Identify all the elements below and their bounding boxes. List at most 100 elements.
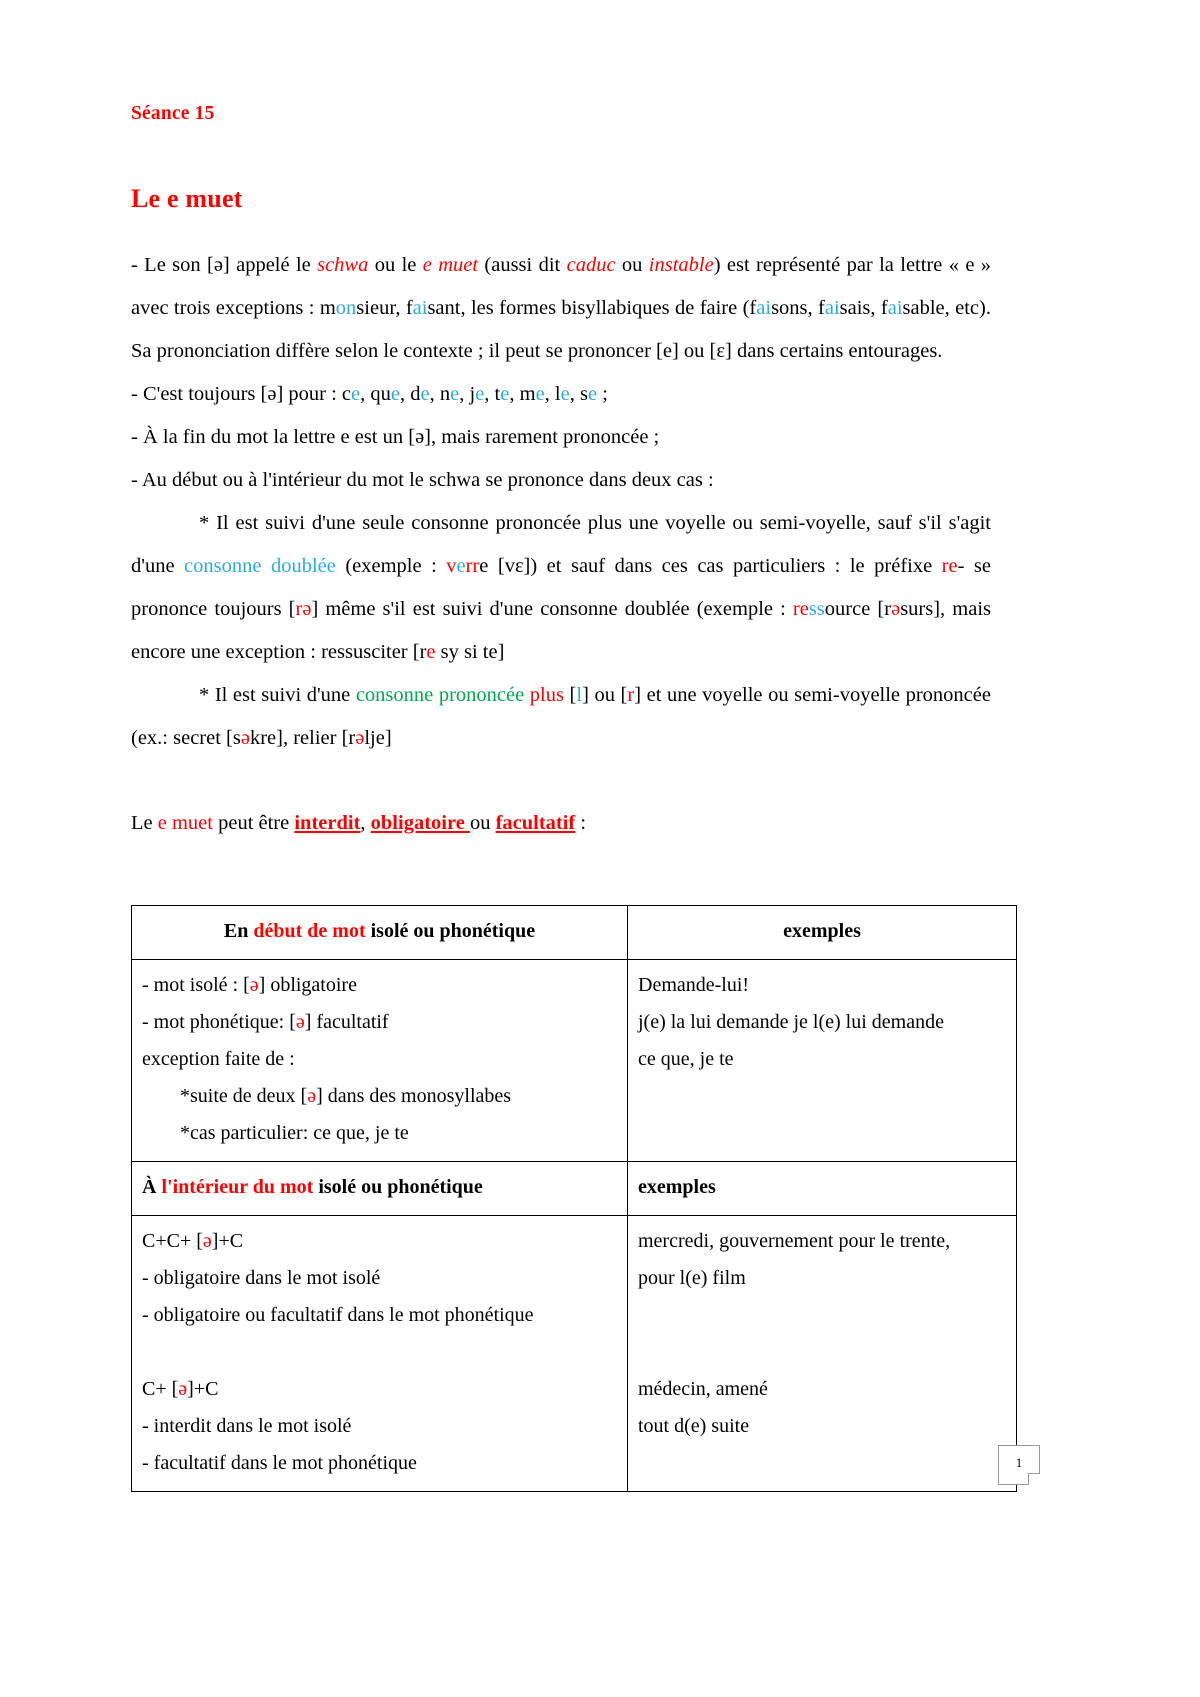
text-fragment: : [575, 812, 587, 834]
rule-line: C+C+ [ə]+C [142, 1223, 617, 1260]
session-label: Séance 15 [131, 103, 215, 124]
text-fragment: C+C+ [ [142, 1230, 203, 1252]
schwa-symbol: ə [178, 1378, 188, 1400]
term-consonne-prononcee: consonne prononcée [355, 684, 525, 706]
spacer-line [638, 1334, 1006, 1371]
example-line: tout d(e) suite [638, 1415, 750, 1437]
text-fragment: sieur, f [356, 297, 413, 319]
highlight-e: e [500, 383, 510, 405]
term-interdit: interdit [294, 812, 361, 834]
text-fragment: sy si te] [435, 641, 505, 663]
highlight-e: e [450, 383, 460, 405]
highlight-e: e [351, 383, 361, 405]
text-fragment: - facultatif dans le mot phonétique [142, 1452, 417, 1474]
table-header-exemples-1: exemples [627, 905, 1017, 960]
highlight-on: on [335, 297, 357, 319]
text-fragment: , qu [360, 383, 391, 405]
text-fragment: Le [131, 812, 158, 834]
text-fragment: ] dans des monosyllabes [316, 1085, 512, 1107]
text-fragment: , [360, 812, 371, 834]
example-line: pour l(e) film [638, 1267, 746, 1289]
highlight-ai: ai [824, 297, 840, 319]
example-line: j(e) la lui demande je l(e) lui demande [638, 1011, 944, 1033]
table-cell-examples-2: mercredi, gouvernement pour le trente, p… [627, 1215, 1017, 1492]
text-fragment: , m [509, 383, 536, 405]
highlight-e: e [456, 555, 466, 577]
text-fragment: ]+C [211, 1230, 244, 1252]
highlight-schwa: ə [891, 598, 901, 620]
highlight-e: e [420, 383, 430, 405]
term-consonne-doublee: consonne doublée [184, 555, 336, 577]
rule-line: - mot phonétique: [ə] facultatif [142, 1004, 617, 1041]
paragraph-two-cases: - Au début ou à l'intérieur du mot le sc… [131, 469, 714, 491]
example-line: Demande-lui! [638, 974, 750, 996]
rule-line: - obligatoire ou facultatif dans le mot … [142, 1297, 617, 1334]
text-fragment: - interdit dans le mot isolé [142, 1415, 352, 1437]
term-plus: plus [529, 684, 564, 706]
table-cell-rules-1: - mot isolé : [ə] obligatoire - mot phon… [131, 959, 628, 1162]
text-fragment: ; [597, 383, 608, 405]
paragraph-case-one: * Il est suivi d'une seule consonne pron… [131, 502, 991, 674]
text-fragment: - mot phonétique: [ [142, 1011, 296, 1033]
highlight-ai: ai [887, 297, 903, 319]
text-fragment: , l [544, 383, 561, 405]
text-fragment: e [vɛ]) et sauf dans ces cas particulier… [479, 555, 942, 577]
schwa-symbol: ə [295, 1011, 305, 1033]
highlight-e: e [390, 383, 401, 405]
rule-line: - facultatif dans le mot phonétique [142, 1445, 617, 1482]
rules-table: En début de mot isolé ou phonétique exem… [131, 905, 1017, 1492]
document-body: Séance 15 Le e muet - Le son [ə] appelé … [131, 0, 1017, 1492]
schwa-symbol: ə [307, 1085, 317, 1107]
example-line: médecin, amené [638, 1378, 768, 1400]
schwa-symbol: ə [249, 974, 259, 996]
text-fragment: ou [469, 812, 496, 834]
text-fragment: [ [563, 684, 577, 706]
table-row: C+C+ [ə]+C - obligatoire dans le mot iso… [131, 1215, 1017, 1492]
term-obligatoire: obligatoire [370, 812, 470, 834]
text-fragment: sons, f [771, 297, 825, 319]
term-e-muet: e muet [157, 812, 213, 834]
text-fragment: ou [615, 254, 649, 276]
text-fragment: isolé ou phonétique [313, 1176, 483, 1198]
table-cell-examples-1: Demande-lui! j(e) la lui demande je l(e)… [627, 959, 1017, 1162]
text-fragment: , s [569, 383, 588, 405]
text-fragment: , n [429, 383, 451, 405]
text-fragment: En [223, 920, 254, 942]
text-fragment: ] facultatif [304, 1011, 389, 1033]
highlight-e: e [475, 383, 485, 405]
text-fragment: , j [459, 383, 476, 405]
text-fragment: C+ [ [142, 1378, 179, 1400]
spacer-line [142, 1334, 617, 1371]
text-fragment: - obligatoire dans le mot isolé [142, 1267, 381, 1289]
text-fragment: lje] [364, 727, 392, 749]
text-fragment: *cas particulier: ce que, je te [180, 1122, 409, 1144]
text-fragment: exception faite de : [142, 1048, 295, 1070]
table-row-header-1: En début de mot isolé ou phonétique exem… [131, 905, 1017, 960]
term-schwa: schwa [317, 254, 369, 276]
highlight-schwa: ə [240, 727, 250, 749]
rule-line: C+ [ə]+C [142, 1371, 617, 1408]
text-fragment: (aussi dit [478, 254, 567, 276]
text-fragment: * Il est suivi d'une [199, 684, 356, 706]
spacer-line [638, 1297, 1006, 1334]
page-title: Le e muet [131, 184, 243, 213]
rule-line: - interdit dans le mot isolé [142, 1408, 617, 1445]
text-fragment: - Le son [ə] appelé le [131, 254, 318, 276]
text-fragment: *suite de deux [ [180, 1085, 308, 1107]
text-fragment: ou le [368, 254, 423, 276]
text-fragment: isolé ou phonétique [365, 920, 536, 942]
table-row: - mot isolé : [ə] obligatoire - mot phon… [131, 959, 1017, 1162]
prefix-re: re [941, 555, 958, 577]
highlight-v: v [446, 555, 457, 577]
header-highlight: début de mot [253, 920, 366, 942]
example-line: ce que, je te [638, 1048, 734, 1070]
example-line: mercredi, gouvernement pour le trente, [638, 1230, 951, 1252]
document-page: Séance 15 Le e muet - Le son [ə] appelé … [0, 0, 1200, 1697]
table-row-header-2: À l'intérieur du mot isolé ou phonétique… [131, 1161, 1017, 1216]
text-fragment: ource [r [824, 598, 892, 620]
highlight-e: e [587, 383, 598, 405]
text-fragment: - obligatoire ou facultatif dans le mot … [142, 1304, 534, 1326]
text-fragment: , t [484, 383, 501, 405]
paragraph-definition: - Le son [ə] appelé le schwa ou le e mue… [131, 244, 991, 373]
rule-subline: *suite de deux [ə] dans des monosyllabes [142, 1078, 617, 1115]
